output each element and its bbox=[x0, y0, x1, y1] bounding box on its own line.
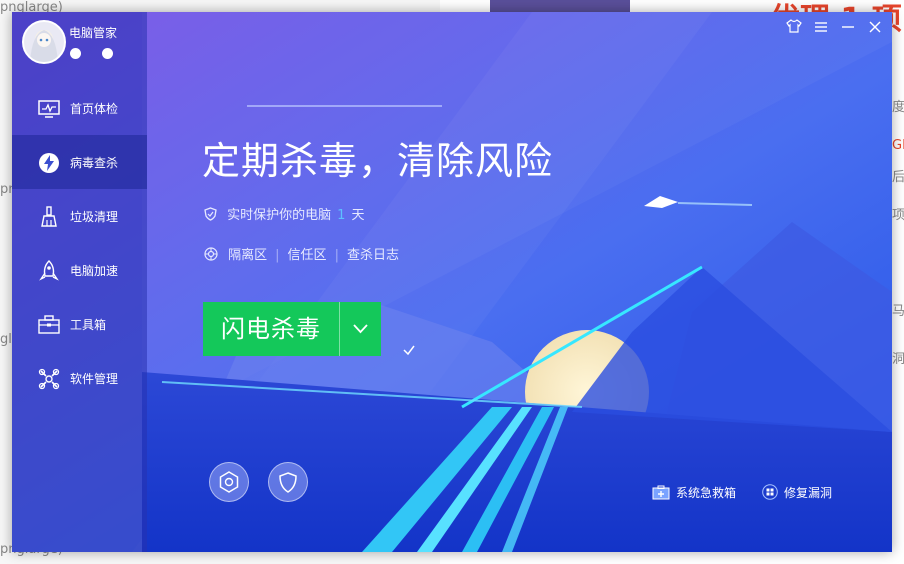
sidebar-item-virus-scan[interactable]: 病毒查杀 bbox=[12, 135, 147, 189]
divider: | bbox=[334, 248, 339, 263]
security-badge-icon[interactable] bbox=[102, 48, 114, 59]
sidebar-item-label: 首页体检 bbox=[70, 102, 119, 116]
apps-icon bbox=[38, 368, 60, 390]
title-bar-controls bbox=[783, 18, 886, 38]
protection-days-unit: 天 bbox=[351, 208, 365, 223]
minimize-icon bbox=[841, 26, 854, 28]
settings-round-button[interactable] bbox=[209, 462, 249, 502]
firstaid-icon bbox=[652, 485, 670, 500]
profile-area: 电脑管家 bbox=[22, 20, 147, 64]
fix-vulnerability-label: 修复漏洞 bbox=[784, 486, 833, 500]
lightning-shield-icon bbox=[39, 153, 59, 173]
sidebar-item-label: 工具箱 bbox=[70, 318, 107, 332]
background-text: 洞 bbox=[892, 352, 904, 367]
skin-button[interactable] bbox=[783, 19, 805, 39]
chevron-down-icon bbox=[353, 324, 368, 334]
quick-scan-label: 闪电杀毒 bbox=[221, 315, 321, 343]
broom-icon bbox=[41, 206, 57, 227]
badges bbox=[70, 44, 129, 63]
system-rescue-label: 系统急救箱 bbox=[676, 486, 737, 500]
sidebar-item-label: 垃圾清理 bbox=[70, 210, 119, 224]
background-text: gl bbox=[0, 332, 12, 347]
protection-text: 实时保护你的电脑 bbox=[227, 208, 332, 223]
menu-button[interactable] bbox=[810, 19, 832, 39]
sidebar-nav: 首页体检 病毒查杀 垃圾清理 电脑加速 工具箱 软件管理 bbox=[12, 81, 147, 405]
system-rescue-tool[interactable]: 系统急救箱 bbox=[652, 484, 736, 501]
background-text: 项 bbox=[892, 208, 904, 223]
sidebar: 电脑管家 首页体检 病毒查杀 垃圾清理 电脑加速 工具箱 软件管理 bbox=[12, 12, 147, 552]
hexagon-settings-icon bbox=[219, 471, 239, 493]
pc-manager-window: 电脑管家 首页体检 病毒查杀 垃圾清理 电脑加速 工具箱 软件管理 定期杀毒，清… bbox=[12, 12, 892, 552]
page-headline: 定期杀毒，清除风险 bbox=[202, 139, 554, 183]
avatar[interactable] bbox=[22, 20, 66, 64]
fix-vulnerability-tool[interactable]: 修复漏洞 bbox=[762, 484, 832, 501]
protection-status: 实时保护你的电脑 1 天 bbox=[204, 204, 364, 223]
windows-icon bbox=[762, 484, 778, 500]
quarantine-link[interactable]: 隔离区 bbox=[228, 248, 267, 263]
quarantine-icon bbox=[204, 247, 218, 261]
background-text: 度 bbox=[892, 100, 904, 115]
sidebar-item-toolbox[interactable]: 工具箱 bbox=[12, 297, 147, 351]
rocket-icon bbox=[39, 260, 59, 281]
sidebar-item-software-manager[interactable]: 软件管理 bbox=[12, 351, 147, 405]
protection-days: 1 bbox=[337, 208, 346, 223]
sidebar-item-junk-clean[interactable]: 垃圾清理 bbox=[12, 189, 147, 243]
shield-icon bbox=[279, 472, 297, 493]
sidebar-item-home-checkup[interactable]: 首页体检 bbox=[12, 81, 147, 135]
sidebar-item-label: 病毒查杀 bbox=[70, 156, 119, 170]
background-text: GB bbox=[892, 138, 904, 153]
background-text: 后 bbox=[892, 170, 904, 185]
background-text: 马 bbox=[892, 304, 904, 319]
close-button[interactable] bbox=[864, 19, 886, 39]
menu-icon bbox=[814, 22, 827, 32]
user-badge-icon[interactable] bbox=[70, 48, 81, 59]
sidebar-item-label: 软件管理 bbox=[70, 372, 119, 386]
shield-icon bbox=[204, 207, 217, 221]
quick-scan-button[interactable]: 闪电杀毒 bbox=[203, 302, 381, 356]
sidebar-item-label: 电脑加速 bbox=[70, 264, 119, 278]
minimize-button[interactable] bbox=[837, 19, 859, 39]
monitor-icon bbox=[38, 100, 60, 118]
trust-zone-link[interactable]: 信任区 bbox=[288, 248, 327, 263]
scan-log-link[interactable]: 查杀日志 bbox=[347, 248, 399, 263]
close-icon bbox=[869, 21, 881, 33]
avatar-image bbox=[30, 30, 58, 62]
protection-round-button[interactable] bbox=[268, 462, 308, 502]
toolbox-icon bbox=[38, 315, 60, 334]
app-name: 电脑管家 bbox=[69, 26, 118, 40]
scan-options-dropdown[interactable] bbox=[340, 302, 381, 356]
divider: | bbox=[275, 248, 280, 263]
quick-links: 隔离区 | 信任区 | 查杀日志 bbox=[204, 244, 399, 263]
sidebar-item-speedup[interactable]: 电脑加速 bbox=[12, 243, 147, 297]
skin-icon bbox=[785, 19, 802, 33]
